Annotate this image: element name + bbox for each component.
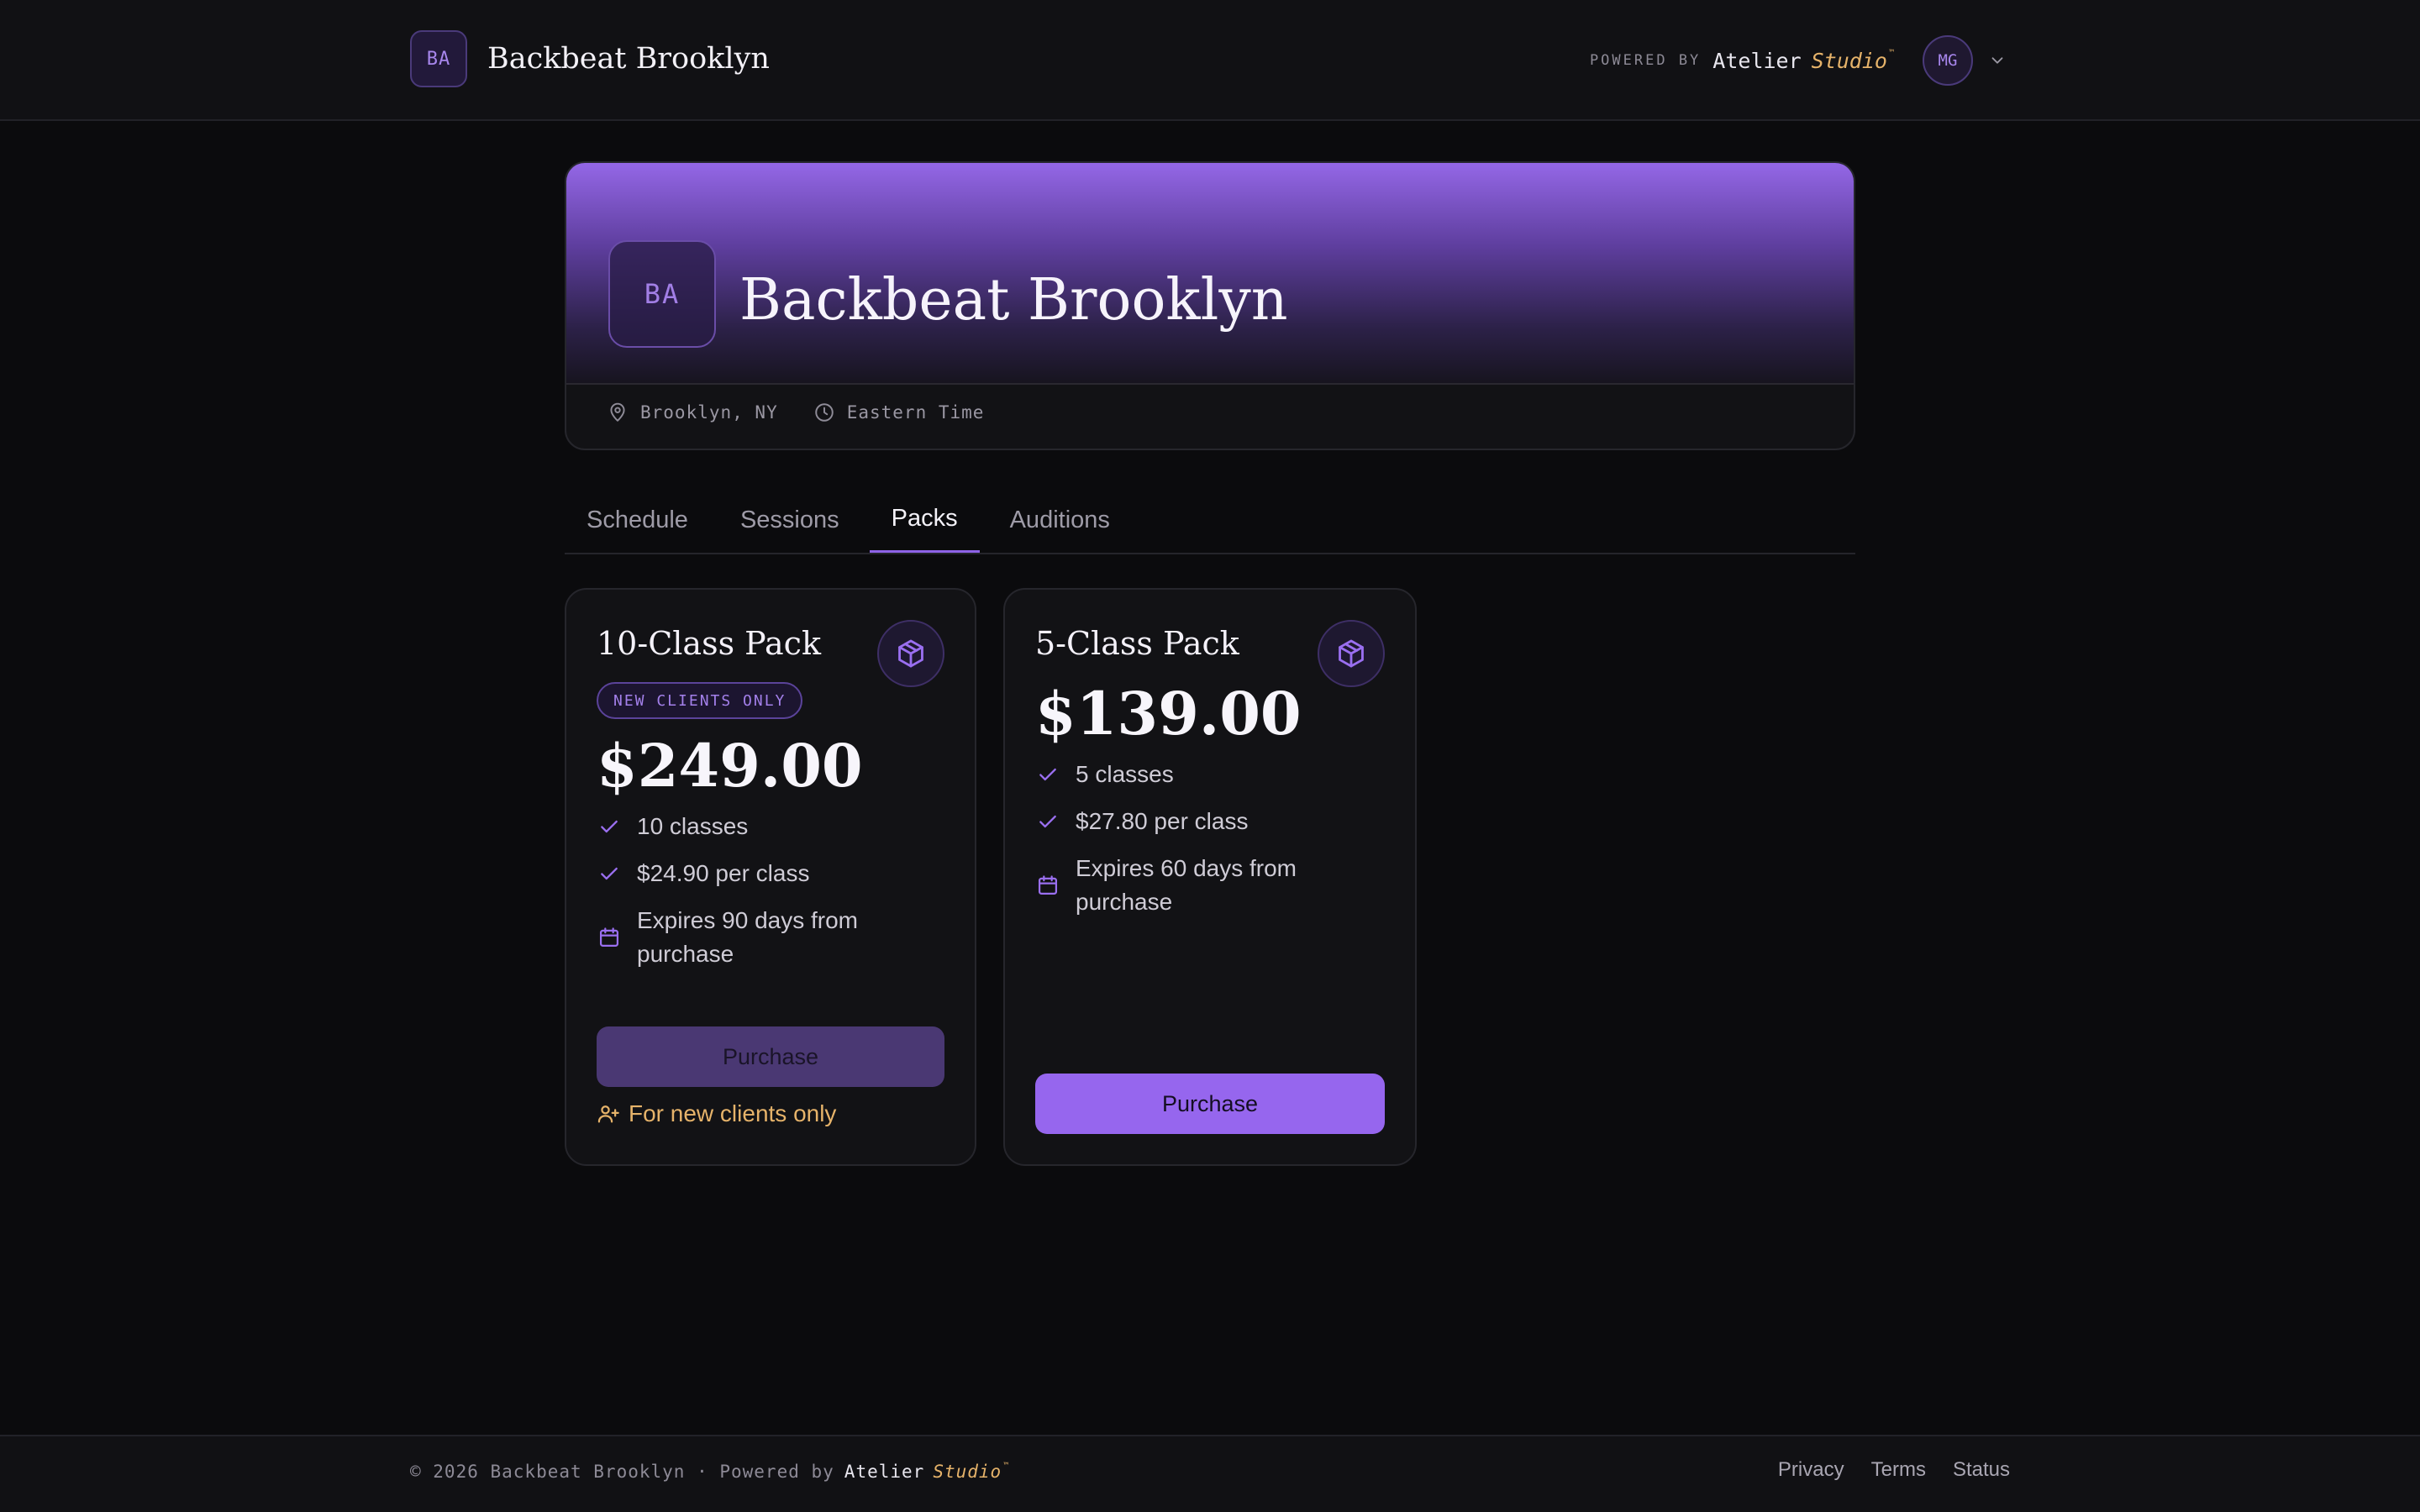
calendar-icon — [597, 904, 622, 971]
studio-wordmark: Studio ™ — [933, 1462, 1009, 1482]
studio-wordmark-text: Studio — [933, 1462, 1002, 1482]
package-cube-icon — [1318, 620, 1385, 687]
check-icon — [1035, 758, 1060, 791]
studio-name: Backbeat Brooklyn — [487, 42, 770, 76]
clock-icon — [814, 403, 834, 422]
trademark-mark: ™ — [1888, 48, 1894, 58]
page-title: Backbeat Brooklyn — [739, 267, 1288, 333]
check-icon — [597, 810, 622, 843]
tab-schedule[interactable]: Schedule — [565, 487, 710, 553]
footer-links: Privacy Terms Status — [1751, 1458, 2010, 1482]
trademark-mark: ™ — [1003, 1462, 1010, 1471]
brand[interactable]: BA Backbeat Brooklyn — [410, 30, 770, 87]
calendar-icon — [1035, 852, 1060, 919]
pack-features: 10 classes $24.90 per class Expires 90 d… — [597, 810, 950, 984]
check-icon — [597, 857, 622, 890]
top-bar: BA Backbeat Brooklyn POWERED BY Atelier … — [0, 0, 2420, 121]
tab-auditions[interactable]: Auditions — [988, 487, 1132, 553]
atelier-wordmark: Atelier — [844, 1462, 925, 1482]
studio-hero-card: BA Backbeat Brooklyn Brooklyn, NY Easter… — [565, 161, 1855, 450]
studio-meta: Brooklyn, NY Eastern Time — [607, 402, 1019, 423]
pack-price: $249.00 — [597, 731, 863, 801]
feature-item: $27.80 per class — [1035, 805, 1390, 838]
pack-title: 10-Class Pack — [597, 625, 821, 662]
new-clients-badge: NEW CLIENTS ONLY — [597, 682, 803, 719]
chevron-down-icon[interactable] — [1985, 48, 2010, 73]
studio-logo-badge: BA — [410, 30, 467, 87]
pack-title: 5-Class Pack — [1035, 625, 1239, 662]
copyright-text: © 2026 Backbeat Brooklyn · Powered by — [410, 1462, 834, 1482]
status-link[interactable]: Status — [1953, 1458, 2010, 1482]
hero-logo-badge: BA — [608, 240, 716, 348]
terms-link[interactable]: Terms — [1871, 1458, 1926, 1482]
timezone-text: Eastern Time — [846, 402, 985, 423]
feature-text: $27.80 per class — [1076, 808, 1249, 834]
pack-card: 5-Class Pack $139.00 5 classes $27.80 pe… — [1003, 588, 1417, 1166]
map-pin-icon — [610, 402, 625, 422]
check-icon — [1035, 805, 1060, 838]
pack-features: 5 classes $27.80 per class Expires 60 da… — [1035, 758, 1390, 932]
top-right-cluster: POWERED BY Atelier Studio ™ MG — [1590, 34, 2010, 87]
user-avatar[interactable]: MG — [1923, 35, 1973, 86]
note-text: For new clients only — [629, 1100, 837, 1126]
studio-tabs: Schedule Sessions Packs Auditions — [565, 487, 1855, 554]
atelier-wordmark: Atelier — [1712, 48, 1802, 73]
studio-wordmark: Studio ™ — [1812, 49, 1894, 73]
timezone-meta: Eastern Time — [813, 402, 985, 423]
feature-text: 10 classes — [637, 813, 749, 839]
feature-text: $24.90 per class — [637, 860, 810, 886]
privacy-link[interactable]: Privacy — [1778, 1458, 1844, 1482]
feature-text: Expires 60 days from purchase — [1076, 855, 1297, 915]
pack-price: $139.00 — [1035, 679, 1302, 748]
feature-item: 10 classes — [597, 810, 950, 843]
location-text: Brooklyn, NY — [640, 402, 778, 423]
purchase-button[interactable]: Purchase — [597, 1026, 944, 1087]
pack-card: 10-Class Pack NEW CLIENTS ONLY $249.00 1… — [565, 588, 976, 1166]
feature-item: $24.90 per class — [597, 857, 950, 890]
user-plus-icon — [597, 1105, 619, 1123]
new-clients-note: For new clients only — [597, 1100, 836, 1127]
feature-item: Expires 90 days from purchase — [597, 904, 950, 971]
feature-text: 5 classes — [1076, 761, 1174, 787]
package-cube-icon — [877, 620, 944, 687]
feature-item: 5 classes — [1035, 758, 1390, 791]
footer: © 2026 Backbeat Brooklyn · Powered by At… — [0, 1435, 2420, 1512]
footer-copyright: © 2026 Backbeat Brooklyn · Powered by At… — [410, 1462, 1009, 1482]
feature-text: Expires 90 days from purchase — [637, 907, 858, 967]
tab-sessions[interactable]: Sessions — [718, 487, 861, 553]
studio-wordmark-text: Studio — [1811, 48, 1887, 73]
purchase-button[interactable]: Purchase — [1035, 1074, 1385, 1134]
powered-by-label: POWERED BY — [1589, 52, 1702, 69]
location-meta: Brooklyn, NY — [607, 402, 778, 423]
feature-item: Expires 60 days from purchase — [1035, 852, 1390, 919]
tab-packs[interactable]: Packs — [869, 487, 980, 553]
